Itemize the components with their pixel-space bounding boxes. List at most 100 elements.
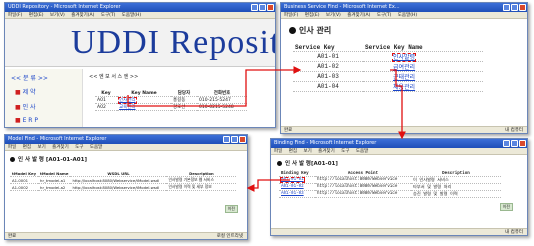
nav-item-hr[interactable]: ■ 인 사 xyxy=(15,102,76,111)
menu-bar: 파일(F) 편집(E) 보기(V) 즐겨찾기(A) 도구(T) 도움말(H) xyxy=(281,12,527,19)
status-bar: 내 컴퓨터 xyxy=(271,228,527,235)
window-title: Binding Find - Microsoft Internet Explor… xyxy=(274,140,377,146)
menu-favorites[interactable]: 즐겨찾기 xyxy=(52,145,69,150)
uddi-repository-window: UDDI Repository - Microsoft Internet Exp… xyxy=(4,2,276,128)
menu-view[interactable]: 보기(V) xyxy=(50,13,65,18)
window-titlebar[interactable]: Business Service Find - Microsoft Intern… xyxy=(281,3,527,12)
nav-title: << 분 류 >> xyxy=(11,75,48,82)
maximize-button[interactable] xyxy=(231,136,238,143)
page-heading: 인 사 발 령[A01-01] xyxy=(277,159,521,167)
bullet-icon: ■ xyxy=(15,104,21,111)
banner: UDDI Reposito xyxy=(5,19,275,67)
nav-item-erp[interactable]: ■ E R P xyxy=(15,117,76,124)
minimize-button[interactable] xyxy=(503,4,510,11)
menu-file[interactable]: 파일 xyxy=(8,145,16,150)
zone-indicator: 내 컴퓨터 xyxy=(505,128,523,133)
content-title: << 엔 보 서 스 엔 >> xyxy=(89,74,139,80)
bullet-icon xyxy=(277,161,282,166)
menu-tools[interactable]: 도구(T) xyxy=(377,13,392,18)
service-link-attendance[interactable]: 근태관리 xyxy=(393,74,415,81)
page-heading: 인 사 발 령 [A01-01-A01] xyxy=(10,155,242,163)
status-bar: 완료 로컬 인트라넷 xyxy=(5,232,247,239)
bullet-icon: ■ xyxy=(15,117,21,124)
menu-tools[interactable]: 도구(T) xyxy=(101,13,116,18)
binding-table: Binding Key Access Point Description A01… xyxy=(279,172,501,198)
table-row: A01-01-02 http://localhost:8080/Webservi… xyxy=(279,183,501,191)
maximize-button[interactable] xyxy=(511,4,518,11)
bullet-icon: ■ xyxy=(15,89,21,96)
model-find-window: Model Find - Microsoft Internet Explorer… xyxy=(4,134,248,240)
service-table: Service Key Service Key Name A01-01 인사발령… xyxy=(293,44,483,92)
close-button[interactable] xyxy=(519,4,526,11)
minimize-button[interactable] xyxy=(223,136,230,143)
table-row: A01-01 인사발령 xyxy=(293,51,483,63)
menu-favorites[interactable]: 즐겨찾기(A) xyxy=(347,13,370,18)
table-row: A1-0001 hr_tmodel-a1 http://localhost:80… xyxy=(10,176,237,184)
menu-help[interactable]: 도움말 xyxy=(90,145,102,150)
window-title: UDDI Repository - Microsoft Internet Exp… xyxy=(8,4,121,10)
window-titlebar[interactable]: Model Find - Microsoft Internet Explorer xyxy=(5,135,247,144)
menu-bar: 파일(F) 편집(E) 보기(V) 즐겨찾기(A) 도구(T) 도움말(H) xyxy=(5,12,275,19)
menu-favorites[interactable]: 즐겨찾기 xyxy=(318,149,335,154)
table-row: A01-01-03 http://localhost:8080/Webservi… xyxy=(279,190,501,198)
nav-item-contract[interactable]: ■ 제 약 xyxy=(15,87,76,96)
close-button[interactable] xyxy=(239,136,246,143)
menu-bar: 파일 편집 보기 즐겨찾기 도구 도움말 xyxy=(271,148,527,155)
table-row: A01-04 채용관리 xyxy=(293,81,483,92)
menu-edit[interactable]: 편집(E) xyxy=(305,13,320,18)
bullet-icon xyxy=(289,27,296,34)
menu-view[interactable]: 보기 xyxy=(303,149,311,154)
menu-tools[interactable]: 도구 xyxy=(341,149,349,154)
binding-link-3[interactable]: A01-01-03 xyxy=(281,192,304,196)
left-nav: << 분 류 >> ■ 제 약 ■ 인 사 ■ E R P ■ 재 제 xyxy=(5,69,83,127)
menu-tools[interactable]: 도구 xyxy=(75,145,83,150)
menu-edit[interactable]: 편집(E) xyxy=(29,13,44,18)
menu-help[interactable]: 도움말(H) xyxy=(122,13,141,18)
minimize-button[interactable] xyxy=(503,140,510,147)
bullet-icon xyxy=(10,157,15,162)
business-table: Key Key Name 담당자 전화번호 A01 인사관리 홍길동 010-2… xyxy=(95,90,247,111)
menu-view[interactable]: 보기 xyxy=(37,145,45,150)
menu-file[interactable]: 파일(F) xyxy=(8,13,22,18)
window-title: Business Service Find - Microsoft Intern… xyxy=(284,4,400,10)
status-bar: 완료 내 컴퓨터 xyxy=(281,126,527,133)
table-row: A01-01-01 http://localhost:8080/Webservi… xyxy=(279,176,501,184)
menu-favorites[interactable]: 즐겨찾기(A) xyxy=(71,13,94,18)
window-titlebar[interactable]: Binding Find - Microsoft Internet Explor… xyxy=(271,139,527,148)
zone-indicator: 로컬 인트라넷 xyxy=(216,234,243,239)
tmodel-table: tModel Key tModel Name WSDL URL Descript… xyxy=(10,171,237,191)
menu-file[interactable]: 파일(F) xyxy=(284,13,298,18)
minimize-button[interactable] xyxy=(251,4,258,11)
table-header: tModel Key tModel Name WSDL URL Descript… xyxy=(10,171,237,177)
menu-edit[interactable]: 편집 xyxy=(23,145,31,150)
menu-view[interactable]: 보기(V) xyxy=(326,13,341,18)
table-row: A01-02 급여관리 xyxy=(293,61,483,72)
maximize-button[interactable] xyxy=(259,4,266,11)
close-button[interactable] xyxy=(267,4,274,11)
binding-find-window: Binding Find - Microsoft Internet Explor… xyxy=(270,138,528,236)
table-row: A1-0002 hr_tmodel-a2 http://localhost:80… xyxy=(10,183,237,191)
window-titlebar[interactable]: UDDI Repository - Microsoft Internet Exp… xyxy=(5,3,275,12)
education-management-link[interactable]: 교육관리 xyxy=(119,105,136,110)
table-row: A02 교육관리 강호선 010-0215-5248 xyxy=(95,103,247,111)
service-link-appointment[interactable]: 인사발령 xyxy=(391,52,417,63)
binding-link-1[interactable]: A01-01-01 xyxy=(279,176,306,184)
back-button[interactable]: 이전 xyxy=(499,203,513,211)
menu-help[interactable]: 도움말(H) xyxy=(398,13,417,18)
maximize-button[interactable] xyxy=(511,140,518,147)
back-button[interactable]: 이전 xyxy=(224,205,238,213)
service-link-recruitment[interactable]: 채용관리 xyxy=(393,84,415,91)
table-row: A01 인사관리 홍길동 010-215-5247 xyxy=(95,96,247,105)
banner-title: UDDI Reposito xyxy=(71,24,276,61)
close-button[interactable] xyxy=(519,140,526,147)
table-row: A01-03 근태관리 xyxy=(293,71,483,82)
menu-file[interactable]: 파일 xyxy=(274,149,282,154)
menu-bar: 파일 편집 보기 즐겨찾기 도구 도움말 xyxy=(5,144,247,151)
content-area: << 엔 보 서 스 엔 >> Key Key Name 담당자 전화번호 A0… xyxy=(89,73,273,111)
binding-link-2[interactable]: A01-01-02 xyxy=(281,185,304,189)
menu-help[interactable]: 도움말 xyxy=(356,149,368,154)
hr-management-link[interactable]: 인사관리 xyxy=(117,96,138,105)
service-link-payroll[interactable]: 급여관리 xyxy=(393,64,415,71)
page-heading: 인사 관리 xyxy=(289,25,519,36)
menu-edit[interactable]: 편집 xyxy=(289,149,297,154)
